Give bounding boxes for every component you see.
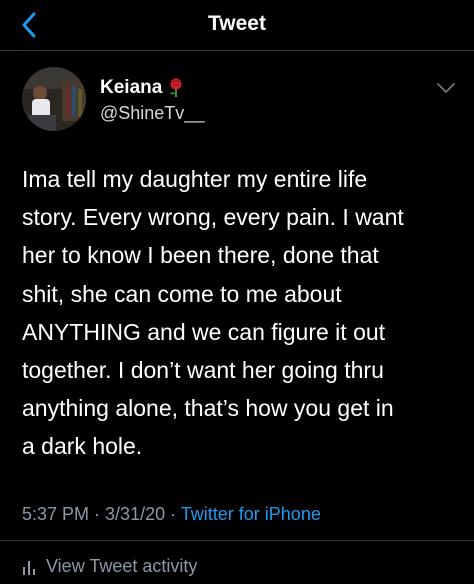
author-display-name: Keiana <box>100 77 163 98</box>
tweet-author-row: Keiana @ShineTv__ <box>22 67 462 135</box>
top-navigation-bar: Tweet <box>0 0 474 51</box>
page-title: Tweet <box>208 12 266 35</box>
author-display-name-row[interactable]: Keiana <box>100 77 204 99</box>
view-tweet-activity-button[interactable]: View Tweet activity <box>22 556 197 577</box>
avatar[interactable] <box>22 67 86 131</box>
author-names: Keiana @ShineTv__ <box>100 77 204 124</box>
tweet-date: 3/31/20 <box>105 504 166 524</box>
meta-separator: · <box>89 504 106 524</box>
tweet-metadata: 5:37 PM · 3/31/20 · Twitter for iPhone <box>22 504 321 525</box>
bar-chart-icon <box>22 558 36 576</box>
author-handle[interactable]: @ShineTv__ <box>100 103 204 124</box>
chevron-down-icon[interactable] <box>436 81 456 95</box>
rose-emoji-icon <box>167 78 185 98</box>
tweet-time: 5:37 PM <box>22 504 90 524</box>
view-tweet-activity-label: View Tweet activity <box>46 556 198 576</box>
meta-separator: · <box>165 504 181 524</box>
tweet-source-link[interactable]: Twitter for iPhone <box>181 504 321 524</box>
tweet-text: Ima tell my daughter my entire life stor… <box>22 166 404 460</box>
divider <box>0 540 474 541</box>
